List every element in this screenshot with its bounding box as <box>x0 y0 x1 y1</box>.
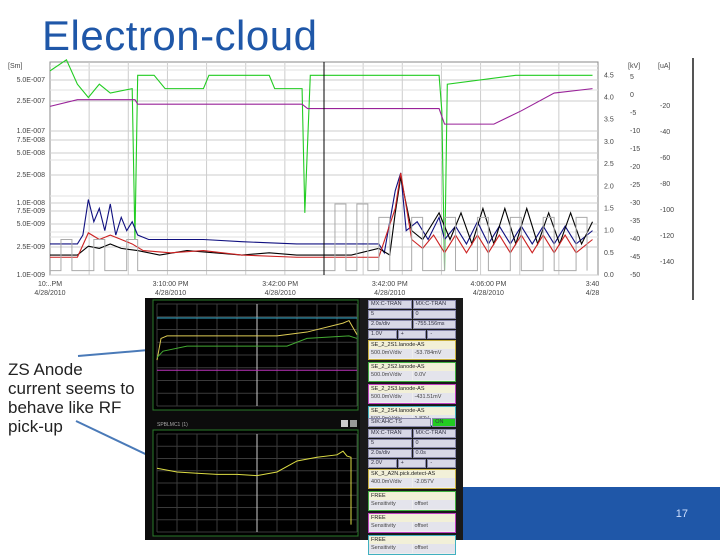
channel-scale[interactable]: Sensitivity <box>369 500 412 509</box>
setting-field[interactable]: 2.0s/div <box>368 320 412 329</box>
channel-values: 500.0mV/div -431.51mV <box>369 393 455 402</box>
scope-bottom-label: SPBLMC1 (1) <box>157 422 188 428</box>
channel-values: Sensitivity offset <box>369 522 455 531</box>
setting-field[interactable]: -755.156ms <box>412 320 456 329</box>
channel-scale[interactable]: Sensitivity <box>369 544 412 553</box>
zoom-out-icon[interactable] <box>350 420 357 427</box>
setting-row: MX:C-TRAN MX:C-TRAN <box>368 300 456 309</box>
channel-values: 400.0mV/div -2.057V <box>369 478 455 487</box>
setting-field[interactable]: + <box>397 459 427 468</box>
setting-field[interactable]: 5 <box>368 310 412 319</box>
channel-name: FREE <box>369 514 455 522</box>
channel-values: Sensitivity offset <box>369 500 455 509</box>
footer-band: 17 <box>463 487 720 540</box>
setting-field[interactable]: + <box>397 330 427 339</box>
channel-box[interactable]: SE_2_2S3.lanode-AS 500.0mV/div -431.51mV <box>368 384 456 404</box>
setting-field[interactable]: MX:C-TRAN <box>412 300 456 309</box>
channel-scale[interactable]: Sensitivity <box>369 522 412 531</box>
channel-scale[interactable]: 400.0mV/div <box>369 478 412 487</box>
setting-field[interactable]: 2.0s/div <box>368 449 412 458</box>
page-number: 17 <box>675 508 688 520</box>
channel-box[interactable]: FREE Sensitivity offset <box>368 513 456 533</box>
channel-name: FREE <box>369 536 455 544</box>
channel-box[interactable]: SE_2_2S1.lanode-AS 500.0mV/div -53.784mV <box>368 340 456 360</box>
channel-value[interactable]: offset <box>412 544 455 553</box>
setting-row: 50 <box>368 310 456 319</box>
channel-scale[interactable]: 500.0mV/div <box>369 349 412 358</box>
zoom-in-icon[interactable] <box>341 420 348 427</box>
setting-field[interactable]: MX:C-TRAN <box>412 429 456 438</box>
setting-field[interactable]: - <box>427 330 457 339</box>
channel-value[interactable]: 0.0V <box>412 371 455 380</box>
setting-field[interactable]: 5 <box>368 439 412 448</box>
on-toggle[interactable]: ON <box>432 418 456 427</box>
setting-field[interactable]: MX:C-TRAN <box>368 300 412 309</box>
channel-values: 500.0mV/div 0.0V <box>369 371 455 380</box>
channel-scale[interactable]: 500.0mV/div <box>369 371 412 380</box>
setting-row: MX:C-TRAN MX:C-TRAN <box>368 429 456 438</box>
setting-field[interactable]: 0 <box>412 439 456 448</box>
setting-row: 2.0V + - <box>368 459 457 468</box>
channel-values: Sensitivity offset <box>369 544 455 553</box>
channel-value[interactable]: -53.784mV <box>412 349 455 358</box>
channel-scale[interactable]: 500.0mV/div <box>369 393 412 402</box>
device-name: SIK:AHC-TS <box>368 418 432 427</box>
channel-values: 500.0mV/div -53.784mV <box>369 349 455 358</box>
oscilloscope-screenshot: SPBLMC1 (1) MX:C-TRAN MX:C-TRAN 5 0 2.0s/div… <box>145 298 463 555</box>
channel-name: SE_2_2S1.lanode-AS <box>369 341 455 349</box>
channel-name: SE_2_2S3.lanode-AS <box>369 385 455 393</box>
channel-value[interactable]: -431.51mV <box>412 393 455 402</box>
setting-row: 50 <box>368 439 456 448</box>
setting-row: 1.0V + - <box>368 330 457 339</box>
device-row: SIK:AHC-TS ON <box>368 418 456 427</box>
channel-name: SK_3_A2N.pick.detect-AS <box>369 470 455 478</box>
channel-name: SE_2_2S2.lanode-AS <box>369 363 455 371</box>
channel-box[interactable]: FREE Sensitivity offset <box>368 491 456 511</box>
setting-field[interactable]: MX:C-TRAN <box>368 429 412 438</box>
channel-value[interactable]: offset <box>412 500 455 509</box>
setting-field[interactable]: 0.0s <box>412 449 456 458</box>
setting-row: 2.0s/div -755.156ms <box>368 320 456 329</box>
setting-field[interactable]: 2.0V <box>368 459 397 468</box>
setting-field[interactable]: - <box>427 459 457 468</box>
channel-name: FREE <box>369 492 455 500</box>
channel-value[interactable]: -2.057V <box>412 478 455 487</box>
channel-name: SE_2_2S4.lanode-AS <box>369 407 455 415</box>
setting-row: 2.0s/div 0.0s <box>368 449 456 458</box>
channel-box[interactable]: SK_3_A2N.pick.detect-AS 400.0mV/div -2.057… <box>368 469 456 489</box>
scope-control-panel: MX:C-TRAN MX:C-TRAN 5 0 2.0s/div -755.156ms 1.… <box>360 298 463 555</box>
channel-box[interactable]: FREE Sensitivity offset <box>368 535 456 555</box>
setting-field[interactable]: 0 <box>412 310 456 319</box>
channel-value[interactable]: offset <box>412 522 455 531</box>
setting-field[interactable]: 1.0V <box>368 330 397 339</box>
channel-box[interactable]: SE_2_2S2.lanode-AS 500.0mV/div 0.0V <box>368 362 456 382</box>
